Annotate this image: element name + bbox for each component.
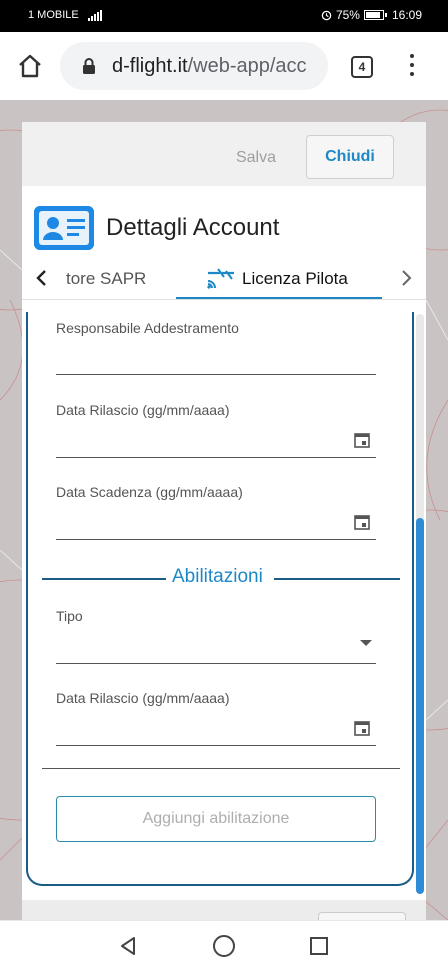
form-divider: [42, 768, 400, 769]
data-rilascio-field[interactable]: Data Rilascio (gg/mm/aaaa): [56, 402, 376, 458]
active-tab-indicator: [176, 297, 382, 299]
dropdown-arrow-icon[interactable]: [360, 640, 372, 646]
status-bar: 1 MOBILE 75% 16:09: [0, 0, 448, 32]
section-divider-right: [274, 578, 400, 580]
drone-icon: [207, 268, 234, 289]
add-abilitazione-button[interactable]: Aggiungi abilitazione: [56, 796, 376, 842]
abilitazioni-section-header: Abilitazioni: [42, 566, 400, 590]
modal-action-bar: Salva Chiudi: [22, 122, 426, 186]
responsabile-label: Responsabile Addestramento: [56, 320, 239, 336]
tipo-underline: [56, 663, 376, 664]
data-rilascio-label: Data Rilascio (gg/mm/aaaa): [56, 402, 230, 418]
back-icon[interactable]: [117, 935, 139, 957]
chevron-right-icon[interactable]: [394, 266, 418, 290]
data-rilascio-abilitazione-field[interactable]: Data Rilascio (gg/mm/aaaa): [56, 690, 376, 746]
battery-icon: [363, 10, 387, 20]
carrier-name: 1 MOBILE: [28, 9, 79, 21]
data-rilascio-underline: [56, 457, 376, 458]
calendar-icon[interactable]: [354, 514, 370, 530]
calendar-icon[interactable]: [354, 432, 370, 448]
browser-toolbar: d-flight.it/web-app/acc 4: [0, 32, 448, 100]
tab-operatore-sapr[interactable]: tore SAPR: [66, 269, 146, 289]
save-button[interactable]: Salva: [218, 136, 294, 180]
data-rilascio-abilitazione-underline: [56, 745, 376, 746]
abilitazioni-title: Abilitazioni: [172, 566, 263, 587]
clock: 16:09: [391, 8, 422, 22]
data-rilascio-abilitazione-label: Data Rilascio (gg/mm/aaaa): [56, 690, 230, 706]
chevron-left-icon[interactable]: [30, 266, 54, 290]
modal-bottom-strip: [22, 900, 426, 928]
scrollbar-thumb[interactable]: [416, 518, 424, 894]
responsabile-field[interactable]: Responsabile Addestramento: [56, 320, 376, 376]
data-scadenza-field[interactable]: Data Scadenza (gg/mm/aaaa): [56, 484, 376, 540]
tab-licenza-pilota[interactable]: Licenza Pilota: [176, 256, 382, 299]
lock-icon: [83, 58, 95, 74]
signal-icon: [88, 9, 102, 21]
url-text: d-flight.it/web-app/acc: [112, 55, 307, 77]
alarm-icon: [321, 10, 332, 20]
recent-apps-icon[interactable]: [310, 937, 328, 955]
modal-header: Dettagli Account: [22, 186, 426, 256]
data-scadenza-underline: [56, 539, 376, 540]
system-navigation-bar: [0, 920, 448, 970]
close-button[interactable]: Chiudi: [306, 135, 394, 179]
battery-percent: 75%: [335, 8, 360, 22]
account-details-modal: Salva Chiudi Dettagli Account tore SAPR: [22, 122, 426, 928]
tab-bar: tore SAPR Licenza Pilota: [22, 256, 426, 300]
tipo-select[interactable]: Tipo: [56, 608, 376, 664]
tab-licenza-label: Licenza Pilota: [242, 269, 348, 288]
address-bar[interactable]: d-flight.it/web-app/acc: [60, 42, 328, 90]
home-icon[interactable]: [16, 52, 44, 80]
tipo-label: Tipo: [56, 608, 83, 624]
calendar-icon[interactable]: [354, 720, 370, 736]
tab-switcher-button[interactable]: 4: [351, 56, 373, 78]
licence-form: Responsabile Addestramento Data Rilascio…: [26, 312, 414, 886]
section-divider-left: [42, 578, 166, 580]
status-right: 75% 16:09: [321, 8, 422, 22]
data-scadenza-label: Data Scadenza (gg/mm/aaaa): [56, 484, 243, 500]
menu-icon[interactable]: [406, 54, 418, 80]
home-nav-icon[interactable]: [213, 935, 235, 957]
modal-title: Dettagli Account: [106, 214, 280, 241]
responsabile-underline: [56, 374, 376, 375]
account-card-icon: [34, 206, 94, 250]
